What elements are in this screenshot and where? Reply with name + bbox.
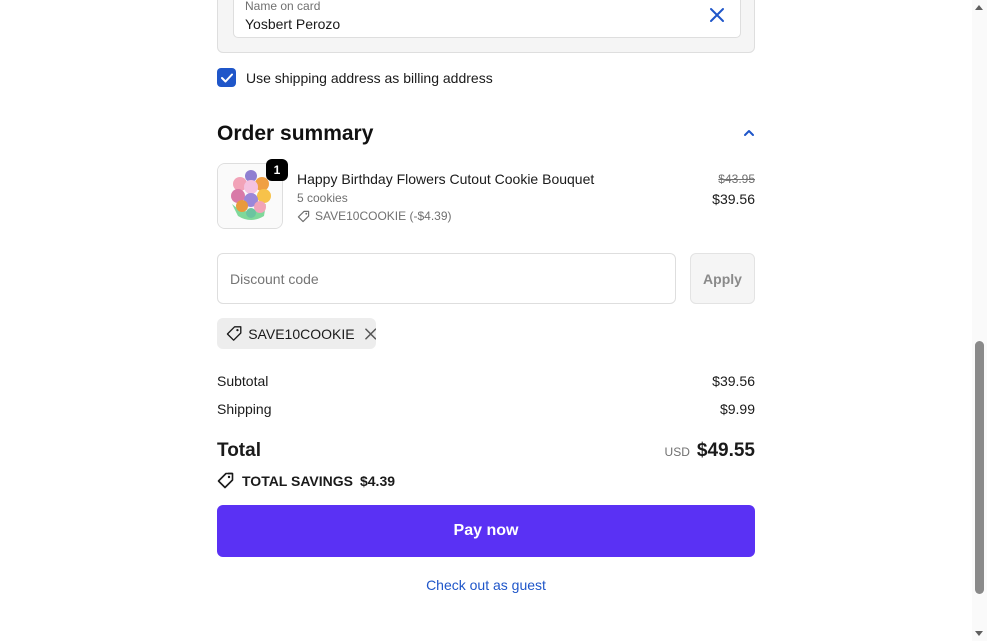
scroll-down-arrow-icon[interactable] bbox=[975, 631, 983, 636]
product-variant: 5 cookies bbox=[297, 191, 348, 205]
scroll-up-arrow-icon[interactable] bbox=[975, 5, 983, 10]
savings-tag-icon bbox=[217, 472, 234, 489]
billing-address-option[interactable]: Use shipping address as billing address bbox=[217, 68, 493, 87]
tag-icon bbox=[297, 210, 310, 222]
subtotal-row: Subtotal $39.56 bbox=[217, 373, 755, 389]
total-savings-value: $4.39 bbox=[359, 472, 396, 489]
product-discount: SAVE10COOKIE (-$4.39) bbox=[297, 209, 452, 223]
remove-discount-icon[interactable] bbox=[364, 327, 376, 340]
scrollbar-thumb[interactable] bbox=[975, 341, 984, 594]
total-label: Total bbox=[217, 440, 261, 461]
product-name: Happy Birthday Flowers Cutout Cookie Bou… bbox=[297, 171, 595, 187]
subtotal-label: Subtotal bbox=[217, 373, 269, 389]
billing-checkbox[interactable] bbox=[217, 68, 236, 87]
total-savings-label: TOTAL SAVINGS bbox=[242, 472, 353, 489]
tag-icon bbox=[226, 326, 242, 341]
total-currency: USD bbox=[664, 445, 690, 459]
checkout-as-guest-link[interactable]: Check out as guest bbox=[217, 577, 755, 593]
order-summary-title: Order summary bbox=[217, 122, 374, 145]
checkmark-icon bbox=[220, 73, 233, 82]
name-on-card-label: Name on card bbox=[245, 0, 321, 13]
total-value: $49.55 bbox=[696, 440, 755, 461]
total-row: Total USD $49.55 bbox=[217, 440, 755, 462]
applied-discount-chip: SAVE10COOKIE bbox=[217, 318, 376, 349]
applied-discount-code: SAVE10COOKIE bbox=[248, 325, 355, 342]
card-details-panel: Name on card Yosbert Perozo bbox=[217, 0, 755, 53]
shipping-label: Shipping bbox=[217, 401, 272, 417]
billing-checkbox-label: Use shipping address as billing address bbox=[246, 69, 493, 86]
original-price: $43.95 bbox=[718, 172, 755, 186]
pay-now-button[interactable]: Pay now bbox=[217, 505, 755, 557]
close-icon[interactable] bbox=[708, 6, 726, 24]
shipping-row: Shipping $9.99 bbox=[217, 401, 755, 417]
chevron-up-icon[interactable] bbox=[741, 126, 757, 140]
quantity-badge: 1 bbox=[266, 159, 288, 181]
discount-code-input[interactable] bbox=[217, 253, 676, 304]
name-on-card-field[interactable]: Name on card Yosbert Perozo bbox=[233, 0, 741, 38]
name-on-card-value[interactable]: Yosbert Perozo bbox=[245, 16, 340, 32]
shipping-value: $9.99 bbox=[719, 401, 755, 417]
total-amount: USD $49.55 bbox=[665, 440, 755, 462]
subtotal-value: $39.56 bbox=[712, 373, 755, 389]
apply-button[interactable]: Apply bbox=[690, 253, 755, 304]
discounted-price: $39.56 bbox=[712, 191, 755, 207]
total-savings: TOTAL SAVINGS $4.39 bbox=[217, 472, 395, 489]
product-discount-text: SAVE10COOKIE (-$4.39) bbox=[315, 209, 452, 223]
